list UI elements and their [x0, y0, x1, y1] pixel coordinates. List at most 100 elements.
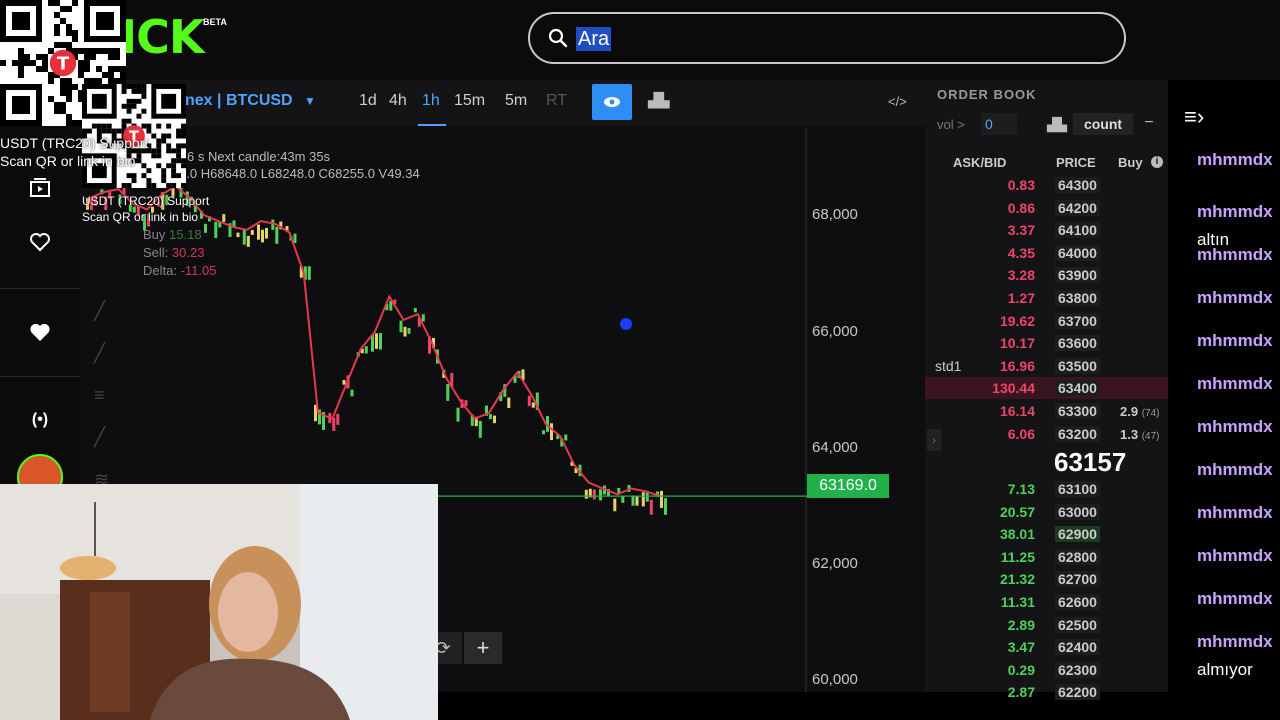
- ask-amount: 3.28: [1007, 267, 1035, 284]
- bid-row[interactable]: 7.13 63100: [925, 478, 1168, 500]
- add-button[interactable]: +: [464, 632, 502, 664]
- candle-mark: [464, 400, 468, 406]
- tab-15m[interactable]: 15m: [454, 92, 485, 110]
- candle-mark: [403, 326, 407, 337]
- bid-row[interactable]: 2.87 62200: [925, 681, 1168, 703]
- chat-username[interactable]: mhmmdx: [1197, 417, 1273, 437]
- chart-toolbar: nex | BTCUSD ▼ 1d 4h 1h 15m 5m RT ▟▙ </>: [80, 80, 925, 126]
- bid-row[interactable]: 11.31 62600: [925, 591, 1168, 613]
- ask-row[interactable]: 4.35 64000: [925, 242, 1168, 264]
- order-book-title: ORDER BOOK: [937, 87, 1037, 102]
- tab-1d[interactable]: 1d: [359, 92, 377, 110]
- tab-5m[interactable]: 5m: [505, 92, 527, 110]
- bid-price: 62400: [1055, 639, 1100, 656]
- chat-message: almıyor: [1197, 660, 1253, 679]
- candle-mark: [493, 415, 496, 424]
- candle-mark: [421, 314, 425, 322]
- chat-username[interactable]: mhmmdx: [1197, 503, 1273, 523]
- tab-4h[interactable]: 4h: [389, 92, 407, 110]
- bid-price: 62800: [1055, 548, 1100, 565]
- bid-price: 62500: [1055, 616, 1100, 633]
- bid-row[interactable]: 20.57 63000: [925, 501, 1168, 523]
- expand-arrow-icon[interactable]: ›: [927, 429, 941, 451]
- chat-username[interactable]: mhmmdx: [1197, 546, 1273, 566]
- ask-row[interactable]: 0.83 64300: [925, 174, 1168, 196]
- heart-filled-icon[interactable]: [28, 320, 52, 344]
- tab-1h[interactable]: 1h: [422, 92, 440, 110]
- bid-price: 63100: [1055, 481, 1100, 497]
- heart-outline-icon[interactable]: [28, 230, 52, 254]
- ask-row[interactable]: 3.28 63900: [925, 264, 1168, 286]
- clips-icon[interactable]: [28, 176, 52, 200]
- ask-row[interactable]: 6.06 63200 1.3 (47): [925, 423, 1168, 445]
- live-broadcast-icon[interactable]: (•): [28, 408, 52, 432]
- chevron-down-icon[interactable]: ▼: [304, 94, 316, 108]
- price-header: PRICE: [1056, 155, 1096, 170]
- ask-row[interactable]: 0.86 64200: [925, 197, 1168, 219]
- bar-chart-icon[interactable]: ▟▙: [648, 92, 670, 109]
- chat-username[interactable]: mhmmdx: [1197, 460, 1273, 480]
- chat-username[interactable]: mhmmdx: [1197, 202, 1273, 222]
- chat-username[interactable]: mhmmdx: [1197, 288, 1273, 308]
- bid-price: 62700: [1055, 571, 1100, 588]
- depth-chart-icon[interactable]: ▟▙: [1047, 117, 1067, 133]
- ask-price: 63800: [1055, 290, 1100, 306]
- ask-amount: 3.37: [1007, 222, 1035, 239]
- candle-mark: [584, 489, 588, 499]
- candle-mark: [257, 224, 260, 240]
- chat-menu-icon[interactable]: ≡›: [1184, 104, 1204, 130]
- ask-row[interactable]: 19.62 63700: [925, 310, 1168, 332]
- chat-username[interactable]: mhmmdx: [1197, 632, 1273, 652]
- chat-username[interactable]: mhmmdx: [1197, 150, 1273, 170]
- chat-username[interactable]: mhmmdx: [1197, 374, 1273, 394]
- bid-row[interactable]: 38.01 62900: [925, 523, 1168, 545]
- candle-mark: [446, 384, 450, 401]
- search-text[interactable]: Ara: [576, 27, 612, 51]
- search-input[interactable]: Ara: [528, 12, 1126, 64]
- site-logo[interactable]: ICK: [120, 12, 205, 62]
- bid-row[interactable]: 0.29 62300: [925, 659, 1168, 681]
- bid-row[interactable]: 3.47 62400: [925, 636, 1168, 658]
- bid-price: 62900: [1055, 526, 1100, 543]
- candle-mark: [531, 402, 535, 408]
- bid-row[interactable]: 11.25 62800: [925, 546, 1168, 568]
- ask-price: 64200: [1055, 199, 1100, 216]
- chat-username[interactable]: mhmmdx: [1197, 589, 1273, 609]
- market-selector[interactable]: nex | BTCUSD: [185, 92, 293, 110]
- bid-row[interactable]: 2.89 62500: [925, 614, 1168, 636]
- bid-amount: 2.87: [1007, 684, 1035, 701]
- y-axis-tick-label: 68,000: [812, 206, 858, 224]
- chat-username[interactable]: mhmmdx: [1197, 245, 1273, 265]
- candle-mark: [336, 413, 340, 425]
- askbid-header: ASK/BID: [953, 155, 1007, 170]
- ask-row[interactable]: 16.14 63300 2.9 (74): [925, 400, 1168, 422]
- ask-row[interactable]: 10.17 63600: [925, 332, 1168, 354]
- count-toggle[interactable]: count: [1073, 113, 1133, 135]
- ask-price: 63700: [1055, 312, 1100, 329]
- ask-row[interactable]: 130.44 63400: [925, 377, 1168, 400]
- candle-mark: [641, 492, 645, 507]
- bid-row[interactable]: 21.32 62700: [925, 568, 1168, 590]
- y-axis-tick-label: 64,000: [812, 438, 858, 456]
- candle-mark: [307, 266, 311, 280]
- qr-caption-line-1: USDT (TRC20) Support: [0, 135, 149, 151]
- ask-row[interactable]: std1 16.96 63500: [925, 355, 1168, 377]
- info-icon[interactable]: i: [1151, 156, 1163, 168]
- candle-mark: [275, 226, 279, 244]
- bid-amount: 11.31: [1000, 594, 1035, 610]
- visibility-button[interactable]: [592, 84, 632, 120]
- vol-input[interactable]: 0: [981, 113, 1017, 135]
- chat-username[interactable]: mhmmdx: [1197, 331, 1273, 351]
- cursor-dot: [620, 318, 632, 330]
- collapse-icon[interactable]: −: [1139, 113, 1159, 135]
- candle-mark: [214, 221, 218, 238]
- ask-row[interactable]: 3.37 64100: [925, 219, 1168, 241]
- ask-row[interactable]: 1.27 63800: [925, 287, 1168, 309]
- code-icon[interactable]: </>: [888, 94, 907, 109]
- ask-amount: 4.35: [1007, 244, 1035, 261]
- candle-mark: [271, 219, 275, 230]
- candle-mark: [222, 214, 226, 222]
- beta-badge: BETA: [203, 17, 227, 27]
- bid-amount: 2.89: [1007, 616, 1035, 633]
- tab-rt[interactable]: RT: [546, 92, 567, 110]
